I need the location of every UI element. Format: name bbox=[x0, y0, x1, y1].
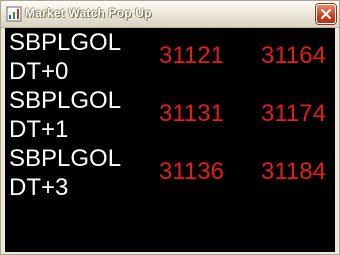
ask-price: 31184 bbox=[261, 158, 326, 185]
symbol-name: SBPLGOL bbox=[9, 145, 122, 172]
symbol-series: DT+3 bbox=[9, 174, 69, 201]
symbol-series: DT+0 bbox=[9, 58, 69, 85]
quotes-panel: SBPLGOL DT+0 31121 31164 SBPLGOL DT+1 31… bbox=[5, 28, 335, 252]
bid-price: 31121 bbox=[159, 42, 224, 69]
quote-row: SBPLGOL DT+3 31136 31184 bbox=[5, 144, 335, 202]
symbol-series: DT+1 bbox=[9, 116, 69, 143]
bid-price: 31131 bbox=[159, 100, 224, 127]
market-watch-window: Market Watch Pop Up SBPLGOL DT+0 31121 3… bbox=[0, 0, 340, 255]
window-title: Market Watch Pop Up bbox=[25, 6, 152, 20]
symbol-label: SBPLGOL DT+0 bbox=[9, 28, 121, 86]
symbol-name: SBPLGOL bbox=[9, 87, 122, 114]
ask-price: 31164 bbox=[261, 42, 326, 69]
symbol-label: SBPLGOL DT+1 bbox=[9, 86, 121, 144]
quote-row: SBPLGOL DT+0 31121 31164 bbox=[5, 28, 335, 86]
chart-app-icon bbox=[6, 6, 22, 22]
title-bar[interactable]: Market Watch Pop Up bbox=[1, 1, 339, 28]
symbol-label: SBPLGOL DT+3 bbox=[9, 144, 121, 202]
bid-price: 31136 bbox=[159, 158, 224, 185]
quote-row: SBPLGOL DT+1 31131 31174 bbox=[5, 86, 335, 144]
close-button[interactable] bbox=[316, 4, 336, 24]
symbol-name: SBPLGOL bbox=[9, 29, 122, 56]
ask-price: 31174 bbox=[261, 100, 326, 127]
